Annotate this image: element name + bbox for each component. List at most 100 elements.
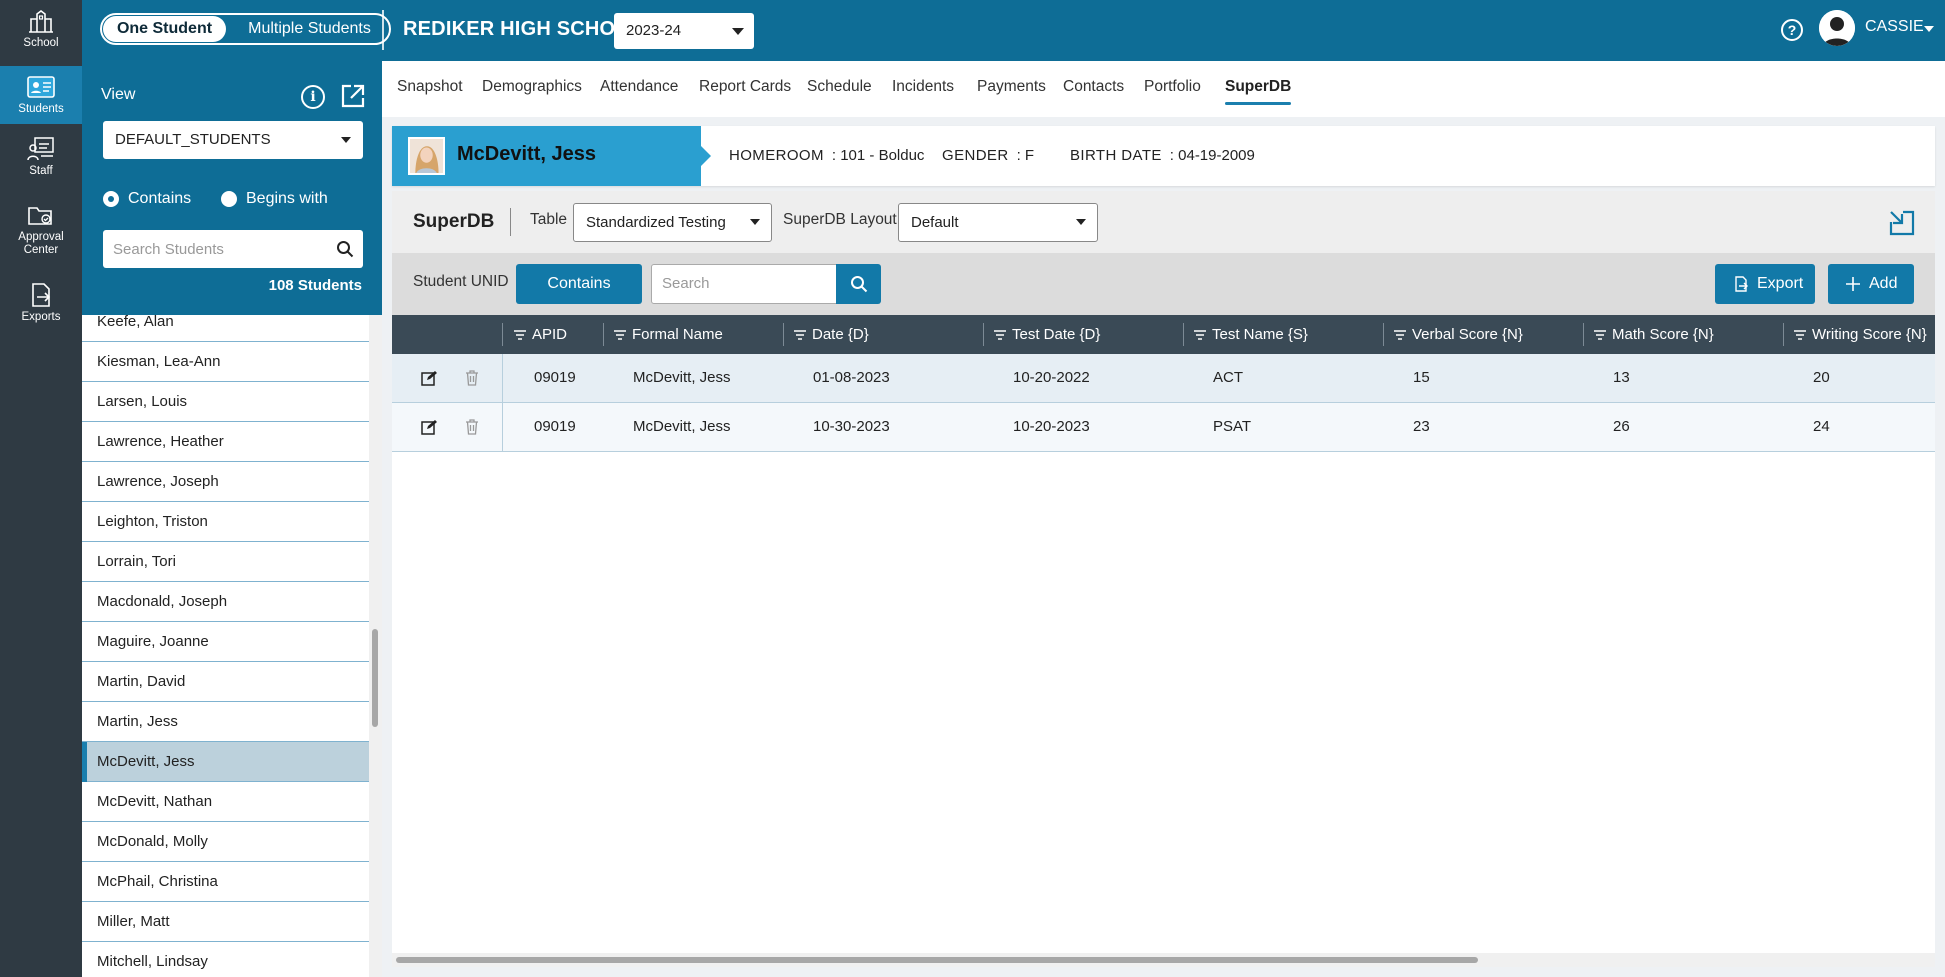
delete-icon[interactable]: [465, 419, 479, 435]
table-row[interactable]: 09019 McDevitt, Jess 10-30-2023 10-20-20…: [392, 403, 1935, 452]
user-name[interactable]: CASSIE: [1865, 18, 1924, 36]
list-item[interactable]: Kiesman, Lea-Ann: [82, 342, 369, 382]
list-item[interactable]: Miller, Matt: [82, 902, 369, 942]
tab-demographics[interactable]: Demographics: [482, 78, 582, 96]
tab-portfolio[interactable]: Portfolio: [1144, 78, 1201, 96]
list-item[interactable]: McPhail, Christina: [82, 862, 369, 902]
column-header-formal-name[interactable]: Formal Name: [614, 315, 723, 354]
list-item[interactable]: Maguire, Joanne: [82, 622, 369, 662]
cell-verbal-score: 23: [1413, 418, 1430, 435]
column-label: Math Score {N}: [1612, 326, 1714, 343]
cell-test-date: 10-20-2023: [1013, 418, 1090, 435]
column-label: APID: [532, 326, 568, 343]
view-select[interactable]: DEFAULT_STUDENTS: [103, 121, 363, 159]
table-horizontal-scrollbar[interactable]: [392, 953, 1935, 967]
rail-item-staff[interactable]: Staff: [0, 136, 82, 182]
filter-icon[interactable]: [1594, 330, 1606, 340]
layout-select-value: Default: [911, 214, 959, 231]
cell-verbal-score: 15: [1413, 369, 1430, 386]
grid-search-input[interactable]: Search: [651, 264, 837, 304]
tab-contacts[interactable]: Contacts: [1063, 78, 1124, 96]
rail-item-approval-center[interactable]: Approval Center: [0, 202, 82, 262]
list-item[interactable]: Martin, David: [82, 662, 369, 702]
tab-superdb[interactable]: SuperDB: [1225, 78, 1292, 105]
contains-button[interactable]: Contains: [516, 264, 642, 304]
rail-label-exports: Exports: [21, 311, 61, 323]
filter-icon[interactable]: [994, 330, 1006, 340]
help-icon[interactable]: ?: [1781, 19, 1803, 41]
add-button[interactable]: Add: [1828, 264, 1914, 304]
column-header-writing-score[interactable]: Writing Score {N}: [1794, 315, 1927, 354]
students-count: 108 Students: [268, 277, 362, 294]
list-item[interactable]: Martin, Jess: [82, 702, 369, 742]
school-year-select[interactable]: 2023-24: [614, 13, 754, 49]
gender-value: : F: [1016, 147, 1035, 164]
edit-icon[interactable]: [421, 370, 437, 386]
avatar[interactable]: [1819, 10, 1855, 46]
cell-formal-name: McDevitt, Jess: [633, 418, 731, 435]
cell-writing-score: 20: [1813, 369, 1830, 386]
filter-icon[interactable]: [514, 330, 526, 340]
rail-item-school[interactable]: School: [0, 8, 82, 54]
collapse-icon[interactable]: [1888, 209, 1916, 237]
student-banner: McDevitt, Jess HOMEROOM: 101 - Bolduc GE…: [392, 126, 1935, 186]
rail-item-students[interactable]: Students: [0, 66, 82, 124]
radio-begins-with-dot: [221, 191, 237, 207]
info-icon[interactable]: i: [301, 85, 325, 109]
filter-icon[interactable]: [1194, 330, 1206, 340]
list-item[interactable]: Macdonald, Joseph: [82, 582, 369, 622]
table-select[interactable]: Standardized Testing: [573, 203, 772, 242]
column-header-apid[interactable]: APID: [514, 315, 567, 354]
filter-icon[interactable]: [1394, 330, 1406, 340]
tab-snapshot[interactable]: Snapshot: [397, 78, 463, 96]
top-bar: One Student Multiple Students REDIKER HI…: [82, 0, 1945, 61]
one-student-toggle[interactable]: One Student: [103, 16, 226, 42]
filter-icon[interactable]: [1794, 330, 1806, 340]
scrollbar-thumb[interactable]: [372, 629, 378, 727]
list-item-selected[interactable]: McDevitt, Jess: [82, 742, 369, 782]
list-item[interactable]: McDevitt, Nathan: [82, 782, 369, 822]
column-header-test-date[interactable]: Test Date {D}: [994, 315, 1100, 354]
tab-attendance[interactable]: Attendance: [600, 78, 678, 96]
list-item[interactable]: Mitchell, Lindsay: [82, 942, 369, 977]
filter-icon[interactable]: [614, 330, 626, 340]
layout-select[interactable]: Default: [898, 203, 1098, 242]
rail-item-exports[interactable]: Exports: [0, 282, 82, 328]
list-item[interactable]: McDonald, Molly: [82, 822, 369, 862]
list-item[interactable]: Larsen, Louis: [82, 382, 369, 422]
filter-icon[interactable]: [794, 330, 806, 340]
gender-label: GENDER: [942, 147, 1009, 164]
multiple-students-toggle[interactable]: Multiple Students: [232, 16, 387, 42]
column-header-test-name[interactable]: Test Name {S}: [1194, 315, 1308, 354]
table-row[interactable]: 09019 McDevitt, Jess 01-08-2023 10-20-20…: [392, 354, 1935, 403]
view-select-value: DEFAULT_STUDENTS: [115, 131, 271, 148]
user-avatar-icon: [1819, 10, 1855, 46]
column-header-verbal-score[interactable]: Verbal Score {N}: [1394, 315, 1523, 354]
edit-icon[interactable]: [421, 419, 437, 435]
search-icon[interactable]: [336, 240, 354, 258]
column-header-date[interactable]: Date {D}: [794, 315, 869, 354]
tab-schedule[interactable]: Schedule: [807, 78, 872, 96]
list-item[interactable]: Lorrain, Tori: [82, 542, 369, 582]
radio-contains-dot: [103, 191, 119, 207]
open-external-icon[interactable]: [340, 83, 366, 109]
radio-contains-label: Contains: [128, 190, 192, 207]
list-item[interactable]: Lawrence, Heather: [82, 422, 369, 462]
students-icon: [27, 76, 55, 98]
student-search-input[interactable]: [103, 230, 323, 268]
scrollbar-thumb[interactable]: [396, 957, 1478, 963]
column-header-math-score[interactable]: Math Score {N}: [1594, 315, 1714, 354]
list-item[interactable]: Leighton, Triston: [82, 502, 369, 542]
list-item[interactable]: Keefe, Alan: [82, 315, 369, 342]
tab-incidents[interactable]: Incidents: [892, 78, 954, 96]
grid-search-button[interactable]: [836, 264, 881, 304]
user-menu-chevron-icon[interactable]: [1924, 26, 1934, 32]
tab-report-cards[interactable]: Report Cards: [699, 78, 791, 96]
export-button[interactable]: Export: [1715, 264, 1815, 304]
school-name[interactable]: REDIKER HIGH SCHOOL: [403, 18, 643, 41]
student-list-scrollbar[interactable]: [369, 315, 382, 977]
cell-apid: 09019: [534, 418, 576, 435]
tab-payments[interactable]: Payments: [977, 78, 1046, 96]
delete-icon[interactable]: [465, 370, 479, 386]
list-item[interactable]: Lawrence, Joseph: [82, 462, 369, 502]
